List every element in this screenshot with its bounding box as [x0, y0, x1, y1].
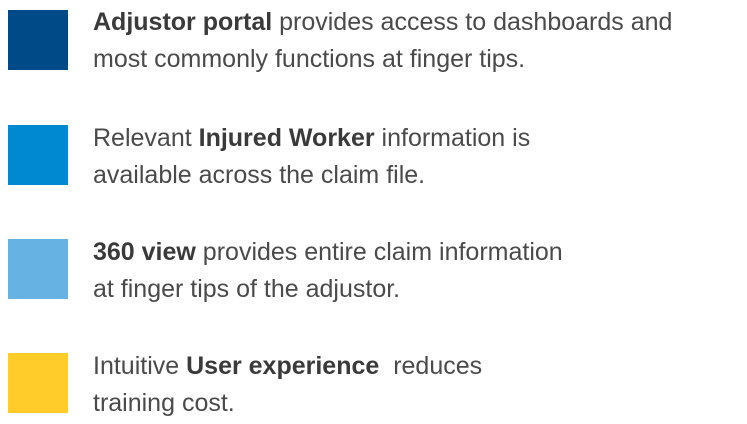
feature-line-1-rest: provides access to dashboards and	[272, 8, 673, 36]
color-swatch-light-blue	[8, 239, 68, 299]
feature-item-user-experience: Intuitive User experience reduces traini…	[0, 336, 747, 417]
feature-line-2: at finger tips of the adjustor.	[93, 275, 401, 303]
feature-line-1-rest: provides entire claim information	[195, 238, 563, 266]
feature-line-2: most commonly functions at finger tips.	[93, 45, 526, 73]
feature-item-360-view: 360 view provides entire claim informati…	[0, 222, 747, 303]
feature-highlight: 360 view	[93, 238, 196, 266]
feature-line-1: Adjustor portal provides access to dashb…	[93, 4, 672, 41]
color-swatch-yellow	[8, 353, 68, 413]
feature-line-1-rest: reduces	[379, 352, 483, 380]
color-swatch-dark-blue	[8, 10, 68, 70]
feature-highlight: User experience	[186, 352, 380, 380]
feature-highlight: Injured Worker	[198, 124, 375, 152]
feature-line-1: Relevant Injured Worker information is	[93, 120, 530, 157]
feature-line-1-pre: Relevant	[93, 124, 199, 152]
feature-line-2: available across the claim file.	[93, 161, 426, 189]
feature-text: Adjustor portal provides access to dashb…	[93, 4, 672, 78]
feature-line-2: training cost.	[93, 389, 235, 417]
feature-highlight: Adjustor portal	[93, 8, 273, 36]
feature-line-1: 360 view provides entire claim informati…	[93, 234, 563, 271]
feature-text: Intuitive User experience reduces traini…	[93, 348, 482, 422]
feature-item-injured-worker: Relevant Injured Worker information is a…	[0, 108, 747, 189]
feature-line-1-rest: information is	[374, 124, 531, 152]
feature-line-1: Intuitive User experience reduces	[93, 348, 482, 385]
color-swatch-blue	[8, 125, 68, 185]
feature-item-adjustor-portal: Adjustor portal provides access to dashb…	[0, 0, 747, 80]
feature-line-1-pre: Intuitive	[93, 352, 187, 380]
feature-text: Relevant Injured Worker information is a…	[93, 120, 530, 194]
feature-list: Adjustor portal provides access to dashb…	[0, 0, 747, 424]
feature-text: 360 view provides entire claim informati…	[93, 234, 563, 308]
